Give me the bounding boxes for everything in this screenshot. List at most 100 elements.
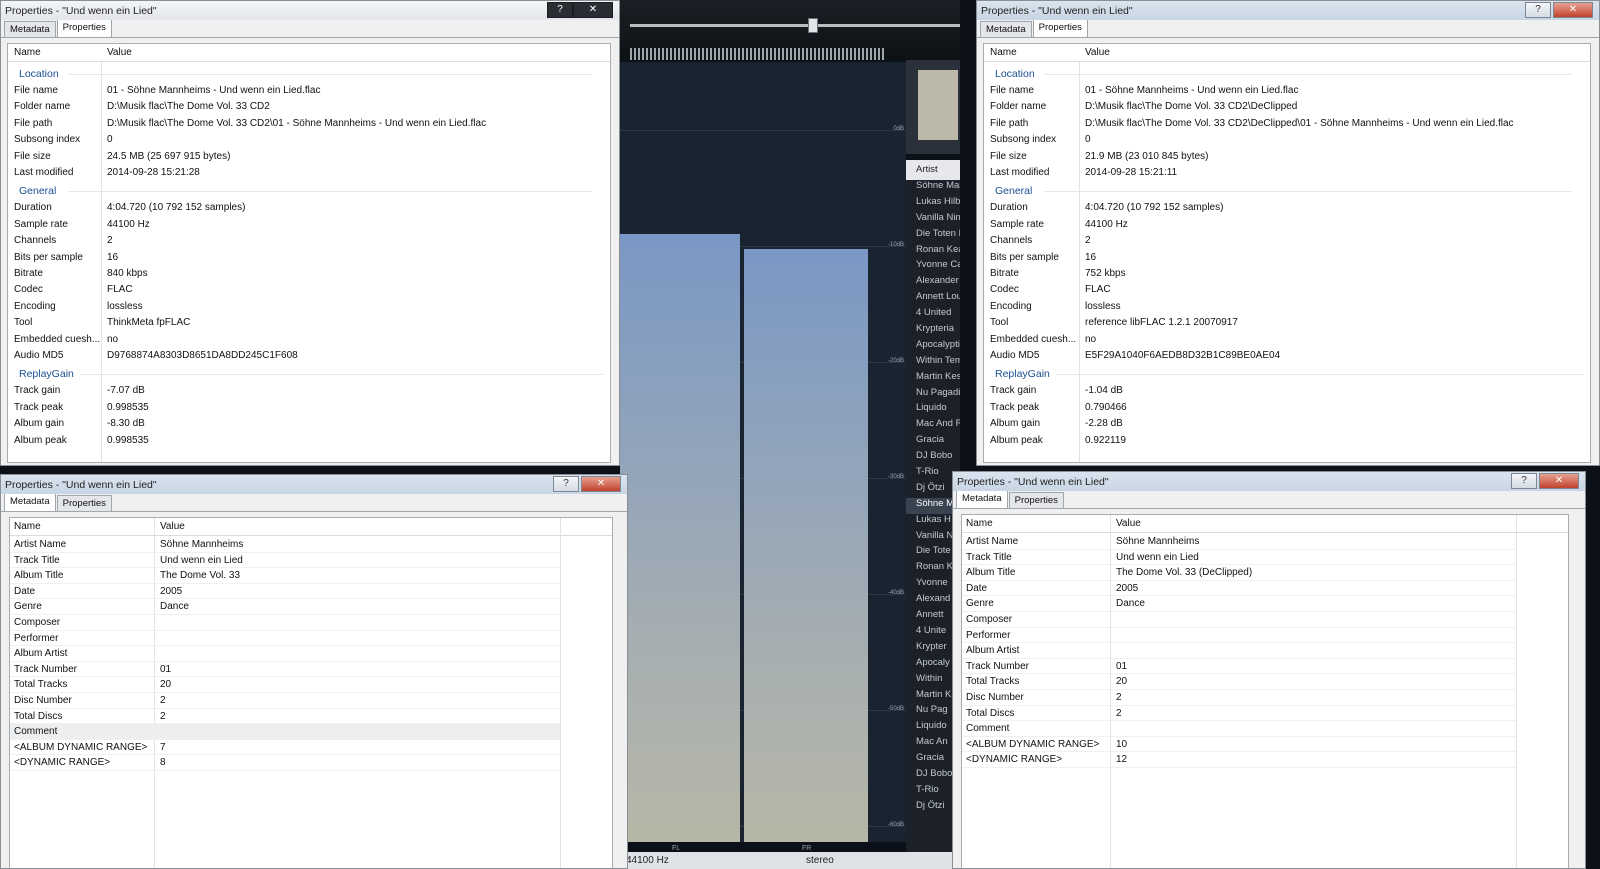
property-row[interactable]: File size 24.5 MB (25 697 915 bytes)	[8, 151, 612, 167]
help-button[interactable]: ?	[547, 2, 573, 18]
property-row[interactable]: Codec FLAC	[8, 284, 612, 300]
column-value-header[interactable]: Value	[1116, 518, 1141, 529]
property-row[interactable]: Tool ThinkMeta fpFLAC	[8, 317, 612, 333]
title-bar[interactable]: Properties - "Und wenn ein Lied"? ✕	[1, 475, 627, 494]
field-value[interactable]: 8	[160, 757, 166, 768]
column-value-header[interactable]: Value	[1085, 47, 1110, 58]
field-value[interactable]: 10	[1116, 739, 1127, 750]
metadata-row[interactable]: Total Discs 2	[10, 709, 560, 725]
metadata-row[interactable]: Performer	[10, 631, 560, 647]
metadata-row[interactable]: Track Title Und wenn ein Lied	[962, 550, 1516, 566]
tab-metadata[interactable]: Metadata	[4, 493, 56, 511]
playlist-row[interactable]: Lukas Hilbert	[906, 196, 960, 212]
property-row[interactable]: Folder name D:\Musik flac\The Dome Vol. 3…	[8, 101, 612, 117]
property-row[interactable]: Encoding lossless	[8, 301, 612, 317]
property-row[interactable]: Bits per sample 16	[8, 252, 612, 268]
property-row[interactable]: Embedded cuesh... no	[8, 334, 612, 350]
property-row[interactable]: Bitrate 752 kbps	[984, 268, 1592, 284]
property-row[interactable]: Embedded cuesh... no	[984, 334, 1592, 350]
help-button[interactable]: ?	[1511, 473, 1537, 489]
playlist-row[interactable]: Gracia	[906, 434, 960, 450]
property-row[interactable]: Album gain -8.30 dB	[8, 418, 612, 434]
metadata-row[interactable]: Album Title The Dome Vol. 33 (DeClipped)	[962, 565, 1516, 581]
tab-metadata[interactable]: Metadata	[956, 490, 1008, 508]
metadata-row[interactable]: Artist Name Söhne Mannheims	[962, 534, 1516, 550]
property-row[interactable]: Album gain -2.28 dB	[984, 418, 1592, 434]
playlist-row[interactable]: DJ Bobo	[906, 450, 960, 466]
tab-properties[interactable]: Properties	[1032, 19, 1088, 37]
metadata-row[interactable]: <ALBUM DYNAMIC RANGE> 10	[962, 737, 1516, 753]
metadata-row[interactable]: Date 2005	[962, 581, 1516, 597]
tab-metadata[interactable]: Metadata	[980, 21, 1032, 37]
metadata-row[interactable]: Album Artist	[962, 643, 1516, 659]
field-value[interactable]: Söhne Mannheims	[160, 539, 243, 550]
property-row[interactable]: Bits per sample 16	[984, 252, 1592, 268]
property-row[interactable]: Last modified 2014-09-28 15:21:28	[8, 167, 612, 183]
property-row[interactable]: Track peak 0.790466	[984, 402, 1592, 418]
metadata-row[interactable]: Artist Name Söhne Mannheims	[10, 537, 560, 553]
tab-metadata[interactable]: Metadata	[4, 21, 56, 37]
field-value[interactable]: The Dome Vol. 33 (DeClipped)	[1116, 567, 1252, 578]
playlist-row[interactable]: Die Toten Ho	[906, 228, 960, 244]
field-value[interactable]: 20	[160, 679, 171, 690]
property-row[interactable]: Channels 2	[8, 235, 612, 251]
metadata-row[interactable]: <ALBUM DYNAMIC RANGE> 7	[10, 740, 560, 756]
metadata-row[interactable]: <DYNAMIC RANGE> 8	[10, 755, 560, 771]
properties-list[interactable]: Name Value Location File name 01 - Söhne Man…	[7, 43, 611, 463]
metadata-row[interactable]: Total Tracks 20	[10, 677, 560, 693]
property-row[interactable]: Last modified 2014-09-28 15:21:11	[984, 167, 1592, 183]
playlist-row[interactable]: Nu Pagadi	[906, 387, 960, 403]
tab-properties[interactable]: Properties	[56, 495, 112, 511]
column-name-header[interactable]: Name	[966, 518, 993, 529]
property-row[interactable]: Channels 2	[984, 235, 1592, 251]
property-row[interactable]: File path D:\Musik flac\The Dome Vol. 33 …	[8, 118, 612, 134]
metadata-row[interactable]: Comment	[962, 721, 1516, 737]
close-button[interactable]: ✕	[1553, 2, 1593, 18]
property-row[interactable]: Codec FLAC	[984, 284, 1592, 300]
property-row[interactable]: Album peak 0.922119	[984, 435, 1592, 451]
metadata-row[interactable]: Genre Dance	[10, 599, 560, 615]
property-row[interactable]: Audio MD5 E5F29A1040F6AEDB8D32B1C89BE0AE0…	[984, 350, 1592, 366]
close-button[interactable]: ✕	[581, 476, 621, 492]
field-value[interactable]: 2005	[1116, 583, 1138, 594]
property-row[interactable]: Audio MD5 D9768874A8303D8651DA8DD245C1F60…	[8, 350, 612, 366]
playlist-row[interactable]: Martin Kesic	[906, 371, 960, 387]
metadata-row[interactable]: Performer	[962, 628, 1516, 644]
field-value[interactable]: Dance	[1116, 598, 1145, 609]
property-row[interactable]: Track peak 0.998535	[8, 402, 612, 418]
playlist-row[interactable]: Ronan Keatin	[906, 244, 960, 260]
column-value-header[interactable]: Value	[160, 521, 185, 532]
playlist-row[interactable]: Annett Louis	[906, 291, 960, 307]
metadata-row[interactable]: Genre Dance	[962, 596, 1516, 612]
close-button[interactable]: ✕	[573, 2, 613, 18]
property-row[interactable]: Duration 4:04.720 (10 792 152 samples)	[984, 202, 1592, 218]
column-name-header[interactable]: Name	[990, 47, 1017, 58]
property-row[interactable]: Track gain -7.07 dB	[8, 385, 612, 401]
property-row[interactable]: File name 01 - Söhne Mannheims - Und wenn…	[984, 85, 1592, 101]
property-row[interactable]: Track gain -1.04 dB	[984, 385, 1592, 401]
playlist-row[interactable]: Vanilla Ninja	[906, 212, 960, 228]
seek-thumb[interactable]	[808, 18, 818, 33]
metadata-row[interactable]: Album Title The Dome Vol. 33	[10, 568, 560, 584]
metadata-row[interactable]: Disc Number 2	[10, 693, 560, 709]
field-value[interactable]: 2	[1116, 708, 1122, 719]
property-row[interactable]: File name 01 - Söhne Mannheims - Und wenn…	[8, 85, 612, 101]
property-row[interactable]: Album peak 0.998535	[8, 435, 612, 451]
property-row[interactable]: Sample rate 44100 Hz	[984, 219, 1592, 235]
title-bar[interactable]: Properties - "Und wenn ein Lied"? ✕	[977, 1, 1599, 20]
property-row[interactable]: Tool reference libFLAC 1.2.1 20070917	[984, 317, 1592, 333]
metadata-row[interactable]: Track Number 01	[10, 662, 560, 678]
metadata-row[interactable]: <DYNAMIC RANGE> 12	[962, 752, 1516, 768]
playlist-row[interactable]: Within Temp	[906, 355, 960, 371]
tab-properties[interactable]: Properties	[56, 19, 112, 37]
property-row[interactable]: File path D:\Musik flac\The Dome Vol. 33 …	[984, 118, 1592, 134]
seek-bar[interactable]	[630, 24, 960, 27]
close-button[interactable]: ✕	[1539, 473, 1579, 489]
playlist-row[interactable]: Söhne Mann	[906, 180, 960, 196]
field-value[interactable]: 2005	[160, 586, 182, 597]
column-name-header[interactable]: Name	[14, 521, 41, 532]
field-value[interactable]: 12	[1116, 754, 1127, 765]
metadata-row[interactable]: Composer	[962, 612, 1516, 628]
metadata-table[interactable]: Name Value Artist Name Söhne Mannheims Track…	[9, 517, 613, 868]
metadata-row[interactable]: Album Artist	[10, 646, 560, 662]
